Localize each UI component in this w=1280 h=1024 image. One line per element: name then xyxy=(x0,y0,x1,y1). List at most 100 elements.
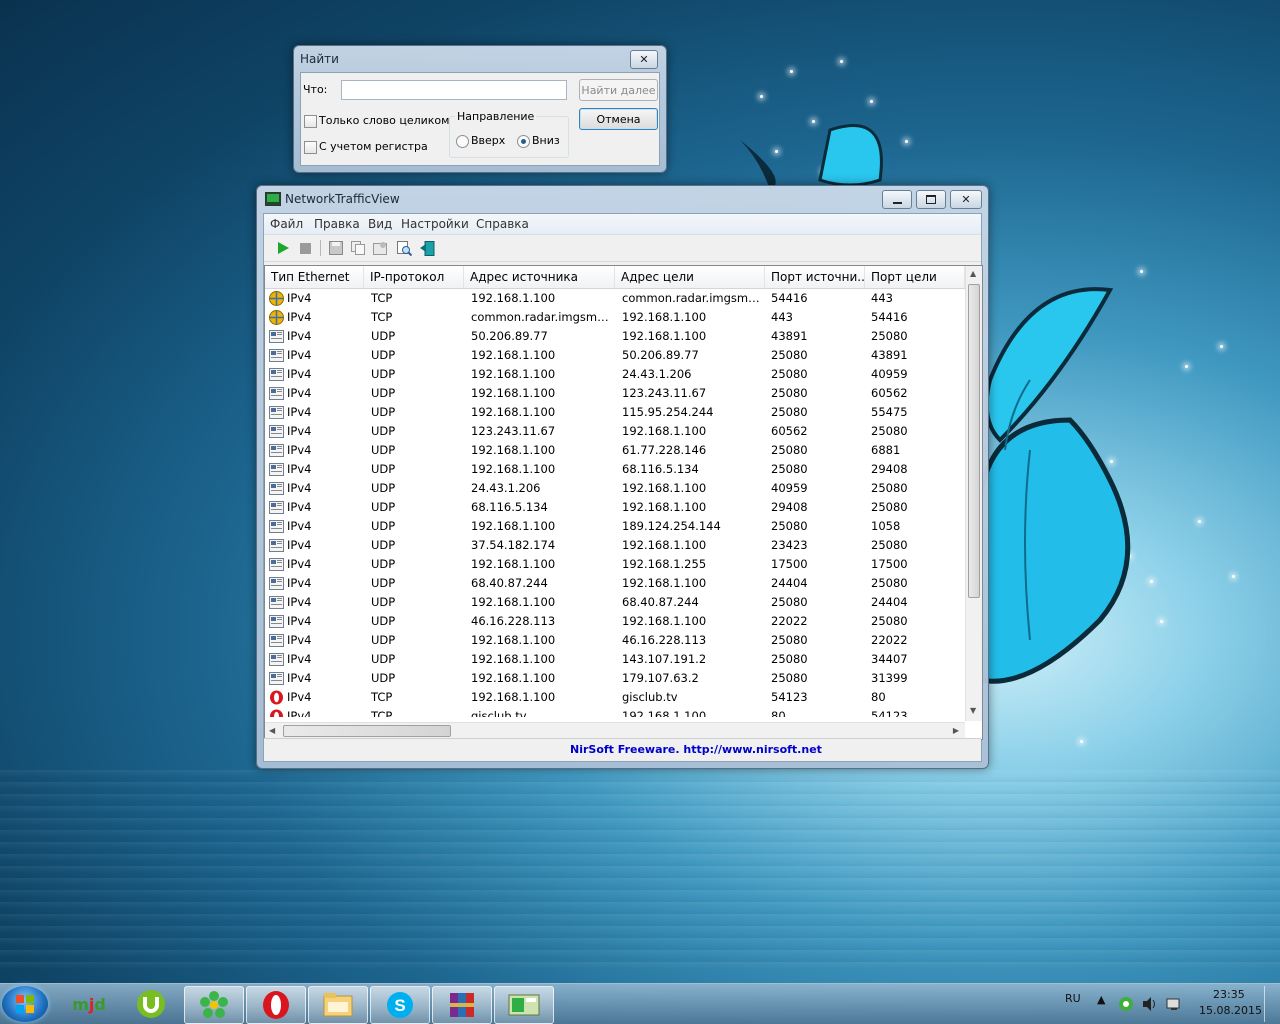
minimize-button[interactable] xyxy=(882,190,912,209)
table-row[interactable]: IPv4 UDP 192.168.1.100 179.107.63.2 25080 313… xyxy=(265,669,965,688)
taskbar-winrar[interactable] xyxy=(432,986,492,1024)
table-row[interactable]: IPv4 TCP 192.168.1.100 gisclub.tv 54123 80 xyxy=(265,688,965,707)
cell-source-port: 23423 xyxy=(771,538,808,552)
start-capture-button[interactable] xyxy=(274,239,292,257)
cell-source-port: 25080 xyxy=(771,443,808,457)
menu-bar: Файл Правка Вид Настройки Справка xyxy=(264,214,981,235)
table-row[interactable]: IPv4 UDP 192.168.1.100 68.40.87.244 25080 244… xyxy=(265,593,965,612)
cell-ethernet-type: IPv4 xyxy=(287,291,312,305)
cell-destination-port: 34407 xyxy=(871,652,908,666)
taskbar-mjd[interactable]: mjd xyxy=(60,986,118,1022)
clock-date[interactable]: 15.08.2015 xyxy=(1199,1004,1262,1017)
nirsoft-link[interactable]: NirSoft Freeware. http://www.nirsoft.net xyxy=(570,743,822,756)
horizontal-scroll-thumb[interactable] xyxy=(283,725,451,737)
table-row[interactable]: IPv4 UDP 24.43.1.206 192.168.1.100 40959 2508… xyxy=(265,479,965,498)
table-row[interactable]: IPv4 UDP 192.168.1.100 68.116.5.134 25080 294… xyxy=(265,460,965,479)
show-desktop-button[interactable] xyxy=(1264,986,1279,1022)
column-header-ip-protocol[interactable]: IP-протокол xyxy=(364,266,464,288)
menu-edit[interactable]: Правка xyxy=(314,217,360,231)
clock-time[interactable]: 23:35 xyxy=(1213,988,1245,1001)
cell-destination-port: 6881 xyxy=(871,443,901,457)
table-row[interactable]: IPv4 UDP 68.40.87.244 192.168.1.100 24404 250… xyxy=(265,574,965,593)
taskbar: mjd S RU ▲ 23:35 15.08.2015 xyxy=(0,983,1280,1024)
table-row[interactable]: IPv4 UDP 192.168.1.100 192.168.1.255 17500 17… xyxy=(265,555,965,574)
cell-destination-address: 143.107.191.2 xyxy=(622,652,707,666)
direction-up-radio[interactable] xyxy=(456,135,469,148)
direction-down-radio[interactable] xyxy=(517,135,530,148)
taskbar-networktrafficview[interactable] xyxy=(494,986,554,1024)
table-row[interactable]: IPv4 TCP 192.168.1.100 common.radar.imgsmai… xyxy=(265,289,965,308)
vertical-scroll-thumb[interactable] xyxy=(968,284,980,598)
find-button[interactable] xyxy=(395,239,413,257)
skype-icon: S xyxy=(387,992,413,1018)
find-next-button[interactable]: Найти далее xyxy=(579,79,658,101)
table-row[interactable]: IPv4 UDP 192.168.1.100 24.43.1.206 25080 4095… xyxy=(265,365,965,384)
cell-ip-protocol: TCP xyxy=(371,291,393,305)
table-row[interactable]: IPv4 TCP gisclub.tv 192.168.1.100 80 54123 xyxy=(265,707,965,717)
close-button[interactable]: ✕ xyxy=(630,50,658,69)
horizontal-scrollbar[interactable]: ◀ ▶ xyxy=(265,722,965,739)
find-dialog-titlebar[interactable]: Найти ✕ xyxy=(294,46,666,72)
table-row[interactable]: IPv4 UDP 46.16.228.113 192.168.1.100 22022 25… xyxy=(265,612,965,631)
menu-settings[interactable]: Настройки xyxy=(401,217,469,231)
show-hidden-icons-icon[interactable]: ▲ xyxy=(1097,993,1105,1006)
table-row[interactable]: IPv4 UDP 50.206.89.77 192.168.1.100 43891 250… xyxy=(265,327,965,346)
cell-source-port: 25080 xyxy=(771,405,808,419)
table-row[interactable]: IPv4 UDP 192.168.1.100 50.206.89.77 25080 438… xyxy=(265,346,965,365)
taskbar-opera[interactable] xyxy=(246,986,306,1024)
whole-word-checkbox[interactable] xyxy=(304,115,317,128)
exit-button[interactable] xyxy=(418,239,436,257)
cell-destination-port: 25080 xyxy=(871,481,908,495)
find-what-input[interactable] xyxy=(341,80,567,100)
menu-help[interactable]: Справка xyxy=(476,217,529,231)
table-row[interactable]: IPv4 UDP 192.168.1.100 189.124.254.144 25080… xyxy=(265,517,965,536)
scroll-down-arrow-icon[interactable]: ▼ xyxy=(970,706,976,715)
app-titlebar[interactable]: NetworkTrafficView ✕ xyxy=(257,186,988,212)
language-indicator[interactable]: RU xyxy=(1065,992,1081,1005)
network-tray-icon[interactable] xyxy=(1118,996,1134,1012)
restore-button[interactable] xyxy=(916,190,946,209)
cell-destination-port: 22022 xyxy=(871,633,908,647)
table-row[interactable]: IPv4 TCP common.radar.imgsmai... 192.168.1.… xyxy=(265,308,965,327)
table-row[interactable]: IPv4 UDP 123.243.11.67 192.168.1.100 60562 25… xyxy=(265,422,965,441)
column-header-source-port[interactable]: Порт источни... xyxy=(765,266,865,288)
cell-source-address: 192.168.1.100 xyxy=(471,348,556,362)
menu-view[interactable]: Вид xyxy=(368,217,392,231)
match-case-checkbox[interactable] xyxy=(304,141,317,154)
table-row[interactable]: IPv4 UDP 192.168.1.100 143.107.191.2 25080 34… xyxy=(265,650,965,669)
taskbar-utorrent[interactable] xyxy=(122,986,180,1022)
app-close-button[interactable]: ✕ xyxy=(950,190,982,209)
column-header-destination-port[interactable]: Порт цели xyxy=(865,266,965,288)
match-case-label: С учетом регистра xyxy=(319,140,428,153)
menu-file[interactable]: Файл xyxy=(270,217,303,231)
volume-icon[interactable] xyxy=(1142,996,1158,1012)
stop-capture-button[interactable] xyxy=(296,239,314,257)
table-row[interactable]: IPv4 UDP 192.168.1.100 46.16.228.113 25080 22… xyxy=(265,631,965,650)
cell-destination-port: 80 xyxy=(871,690,886,704)
taskbar-skype[interactable]: S xyxy=(370,986,430,1024)
action-center-icon[interactable] xyxy=(1166,996,1182,1012)
traffic-list[interactable]: Тип Ethernet IP-протокол Адрес источника… xyxy=(264,265,983,740)
start-button[interactable] xyxy=(2,986,48,1022)
table-row[interactable]: IPv4 UDP 68.116.5.134 192.168.1.100 29408 250… xyxy=(265,498,965,517)
table-row[interactable]: IPv4 UDP 192.168.1.100 115.95.254.244 25080 5… xyxy=(265,403,965,422)
scroll-up-arrow-icon[interactable]: ▲ xyxy=(970,269,976,278)
cell-destination-address: 179.107.63.2 xyxy=(622,671,699,685)
table-row[interactable]: IPv4 UDP 192.168.1.100 123.243.11.67 25080 60… xyxy=(265,384,965,403)
table-row[interactable]: IPv4 UDP 192.168.1.100 61.77.228.146 25080 68… xyxy=(265,441,965,460)
copy-button[interactable] xyxy=(349,239,367,257)
scroll-left-arrow-icon[interactable]: ◀ xyxy=(269,726,275,735)
table-row[interactable]: IPv4 UDP 37.54.182.174 192.168.1.100 23423 25… xyxy=(265,536,965,555)
save-button[interactable] xyxy=(327,239,345,257)
column-header-ethernet-type[interactable]: Тип Ethernet xyxy=(265,266,364,288)
taskbar-icq[interactable] xyxy=(184,986,244,1024)
cell-ip-protocol: UDP xyxy=(371,633,396,647)
taskbar-explorer[interactable] xyxy=(308,986,368,1024)
scroll-right-arrow-icon[interactable]: ▶ xyxy=(953,726,959,735)
column-header-destination-address[interactable]: Адрес цели xyxy=(615,266,765,288)
mjd-icon: mjd xyxy=(72,994,106,1014)
vertical-scrollbar[interactable]: ▲ ▼ xyxy=(965,266,982,721)
column-header-source-address[interactable]: Адрес источника xyxy=(464,266,615,288)
properties-button[interactable] xyxy=(371,239,389,257)
cancel-button[interactable]: Отмена xyxy=(579,108,658,130)
